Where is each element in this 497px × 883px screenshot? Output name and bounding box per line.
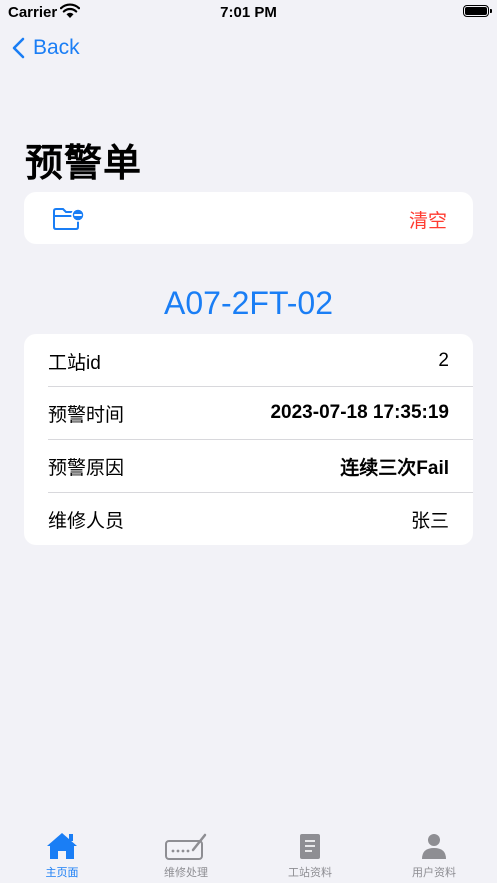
keyboard-pen-icon: [165, 833, 207, 860]
chevron-left-icon: [12, 37, 25, 59]
folder-minus-icon[interactable]: [52, 206, 86, 237]
back-label: Back: [33, 36, 80, 59]
home-icon: [47, 833, 77, 859]
tab-user-info[interactable]: 用户资料: [372, 826, 496, 880]
station-code: A07-2FT-02: [164, 285, 333, 321]
detail-value: 2: [438, 350, 449, 371]
tab-home[interactable]: 主页面: [0, 826, 124, 880]
status-bar: Carrier 7:01 PM: [0, 0, 497, 26]
detail-row-repair-person: 维修人员 张三: [48, 493, 449, 545]
tab-station-info[interactable]: 工站资料: [248, 826, 372, 880]
detail-label: 维修人员: [48, 510, 125, 532]
tab-label: 维修处理: [164, 867, 208, 879]
detail-label: 预警原因: [48, 457, 125, 479]
detail-label: 工站id: [48, 352, 101, 374]
battery-icon: [463, 5, 492, 17]
detail-value: 连续三次Fail: [340, 457, 449, 479]
detail-value: 张三: [410, 510, 449, 532]
tab-bar: 主页面 维修处理 工站资料 用户资料: [0, 826, 497, 883]
page-title: 预警单: [25, 143, 143, 185]
detail-row-station-id: 工站id 2: [48, 335, 449, 387]
document-icon: [300, 834, 320, 859]
person-icon: [422, 834, 446, 859]
back-button[interactable]: Back: [12, 36, 80, 60]
detail-label: 预警时间: [48, 404, 125, 426]
tab-label: 主页面: [45, 867, 79, 879]
clock-time: 7:01 PM: [220, 4, 277, 21]
detail-row-alert-time: 预警时间 2023-07-18 17:35:19: [48, 387, 449, 439]
tab-label: 用户资料: [412, 867, 456, 879]
tab-label: 工站资料: [288, 867, 332, 879]
details-card: 工站id 2 预警时间 2023-07-18 17:35:19 预警原因 连续三…: [24, 334, 473, 545]
detail-row-alert-reason: 预警原因 连续三次Fail: [48, 440, 449, 492]
clear-button[interactable]: 清空: [409, 206, 447, 233]
tab-repair[interactable]: 维修处理: [124, 826, 248, 880]
toolbar-card: 清空: [24, 192, 473, 244]
detail-value: 2023-07-18 17:35:19: [270, 402, 449, 423]
